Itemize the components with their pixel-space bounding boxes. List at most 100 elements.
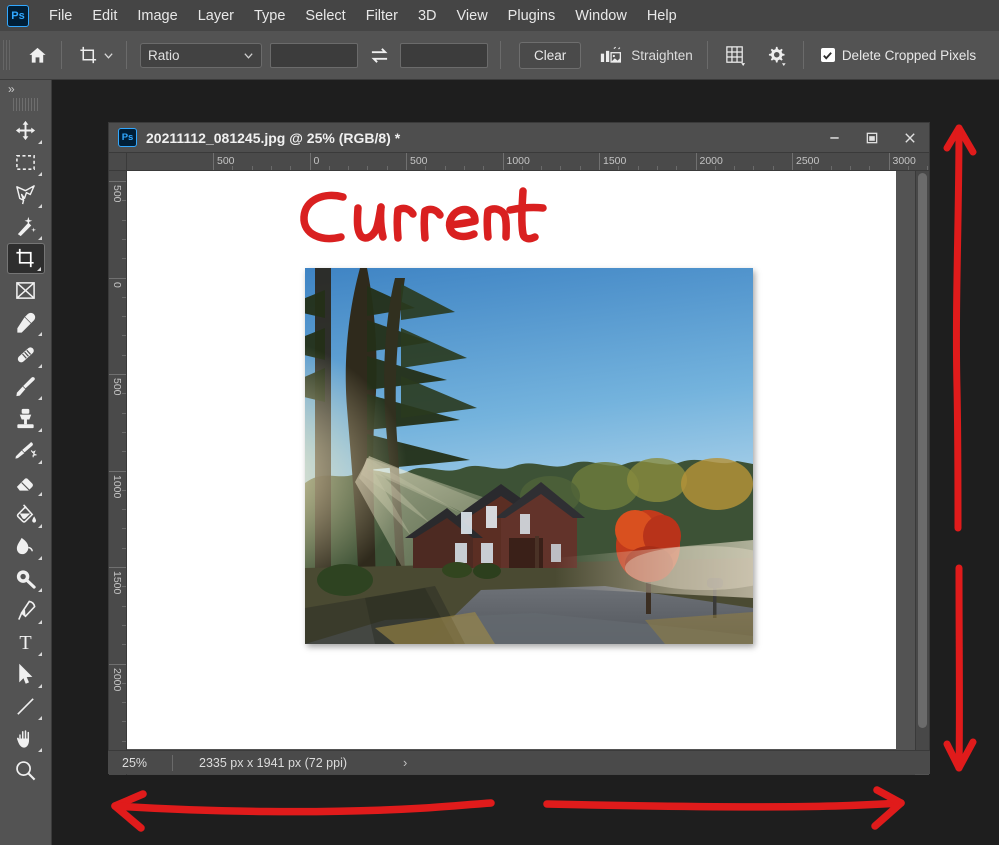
tool-move[interactable]	[7, 115, 45, 146]
toolbar-grip[interactable]	[12, 98, 39, 111]
photo-image[interactable]	[305, 268, 753, 644]
tool-corner-marker	[37, 748, 42, 752]
vertical-ruler[interactable]: 500 0 500 1000 1500 2000	[109, 171, 127, 775]
menu-filter[interactable]: Filter	[356, 4, 408, 28]
tool-dodge[interactable]	[7, 563, 45, 594]
menu-bar: Ps File Edit Image Layer Type Select Fil…	[0, 0, 999, 31]
pen-tool-icon	[18, 600, 36, 620]
ruler-minor-tick	[122, 354, 126, 356]
minimize-button[interactable]	[815, 123, 853, 152]
image-canvas[interactable]	[127, 171, 896, 749]
close-icon	[905, 132, 915, 143]
menu-plugins[interactable]: Plugins	[498, 4, 566, 28]
crop-tool-preset[interactable]	[73, 42, 119, 69]
delete-cropped-pixels-checkbox[interactable]: Delete Cropped Pixels	[820, 48, 976, 63]
crop-ratio-value: Ratio	[148, 47, 180, 63]
tool-pen[interactable]	[7, 595, 45, 626]
ruler-minor-tick	[772, 166, 774, 170]
menu-3d[interactable]: 3D	[408, 4, 447, 28]
swap-dimensions-button[interactable]	[366, 42, 392, 68]
options-bar-grip[interactable]	[3, 40, 12, 70]
ruler-minor-tick	[122, 586, 126, 588]
menu-select[interactable]: Select	[295, 4, 355, 28]
menu-edit[interactable]: Edit	[82, 4, 127, 28]
ruler-minor-tick	[122, 238, 126, 240]
menu-image[interactable]: Image	[127, 4, 187, 28]
straighten-label[interactable]: Straighten	[631, 48, 693, 63]
options-separator-1	[61, 41, 62, 69]
menu-window[interactable]: Window	[565, 4, 637, 28]
menu-view[interactable]: View	[447, 4, 498, 28]
ruler-minor-tick	[122, 528, 126, 530]
ruler-label: 3000	[892, 155, 916, 167]
tool-object-selection[interactable]	[7, 211, 45, 242]
smudge-tool-icon	[16, 537, 33, 555]
crop-width-input[interactable]	[270, 42, 358, 68]
tool-eraser[interactable]	[7, 467, 45, 498]
crop-settings-button[interactable]	[761, 40, 791, 70]
tool-gradient[interactable]	[7, 499, 45, 530]
home-button[interactable]	[20, 38, 54, 72]
checkbox-box[interactable]	[820, 48, 835, 62]
tool-rectangular-marquee[interactable]	[7, 147, 45, 178]
tool-clone-stamp[interactable]	[7, 403, 45, 434]
document-title: 20211112_081245.jpg @ 25% (RGB/8) *	[146, 129, 401, 146]
status-bar: 25% 2335 px x 1941 px (72 ppi) ›	[108, 750, 930, 774]
ruler-minor-tick	[753, 166, 755, 170]
history-brush-tool-icon	[15, 442, 37, 459]
vertical-scrollbar-thumb[interactable]	[918, 173, 927, 728]
straighten-button[interactable]	[597, 40, 627, 70]
ruler-minor-tick	[122, 316, 126, 318]
horizontal-ruler[interactable]: 500 0 500 1000 1500 2000 2500 3000	[127, 153, 929, 171]
menu-help[interactable]: Help	[637, 4, 687, 28]
photoshop-window: Ps File Edit Image Layer Type Select Fil…	[0, 0, 999, 845]
tool-hand[interactable]	[7, 723, 45, 754]
vertical-scrollbar[interactable]	[915, 171, 929, 761]
maximize-button[interactable]	[853, 123, 891, 152]
tool-type[interactable]: T	[7, 627, 45, 658]
crop-overlay-button[interactable]	[721, 40, 751, 70]
tool-corner-marker	[37, 332, 42, 336]
crop-height-input[interactable]	[400, 42, 488, 68]
tool-path-selection[interactable]	[7, 659, 45, 690]
tool-brush[interactable]	[7, 371, 45, 402]
document-title-bar[interactable]: Ps 20211112_081245.jpg @ 25% (RGB/8) *	[109, 123, 929, 153]
toolbar-expand-button[interactable]: »	[0, 80, 51, 98]
ruler-corner[interactable]	[109, 153, 127, 171]
zoom-level[interactable]: 25%	[108, 756, 172, 770]
menu-layer[interactable]: Layer	[188, 4, 244, 28]
tool-zoom[interactable]	[7, 755, 45, 786]
tool-corner-marker	[37, 364, 42, 368]
ruler-minor-tick	[122, 509, 126, 511]
gear-icon	[768, 46, 786, 66]
status-expand-chevron-icon[interactable]: ›	[403, 755, 407, 770]
ruler-tick	[213, 153, 214, 170]
tool-corner-marker	[37, 204, 42, 208]
tool-lasso[interactable]	[7, 179, 45, 210]
ruler-label: 0	[313, 155, 320, 167]
crop-ratio-select[interactable]: Ratio	[140, 42, 262, 68]
menu-type[interactable]: Type	[244, 4, 295, 28]
tool-corner-marker	[37, 620, 42, 624]
vertical-double-arrow-annotation	[925, 108, 999, 788]
ruler-tick	[888, 153, 890, 170]
ruler-label: 1500	[603, 155, 627, 167]
clear-button[interactable]: Clear	[519, 41, 582, 69]
ruler-minor-tick	[232, 166, 234, 170]
document-photoshop-icon: Ps	[118, 128, 137, 147]
menu-file[interactable]: File	[39, 4, 82, 28]
ruler-label: 1500	[111, 571, 123, 595]
ruler-minor-tick	[122, 644, 126, 646]
tool-blur[interactable]	[7, 531, 45, 562]
tool-healing-brush[interactable]	[7, 339, 45, 370]
tool-eyedropper[interactable]	[7, 307, 45, 338]
tool-line[interactable]	[7, 691, 45, 722]
close-button[interactable]	[891, 123, 929, 152]
ruler-minor-tick	[560, 166, 562, 170]
tool-crop[interactable]	[6, 243, 45, 274]
ruler-tick	[406, 153, 407, 170]
tool-frame[interactable]	[7, 275, 45, 306]
tool-corner-marker	[37, 396, 42, 400]
canvas-area[interactable]	[127, 171, 929, 775]
tool-history-brush[interactable]	[7, 435, 45, 466]
